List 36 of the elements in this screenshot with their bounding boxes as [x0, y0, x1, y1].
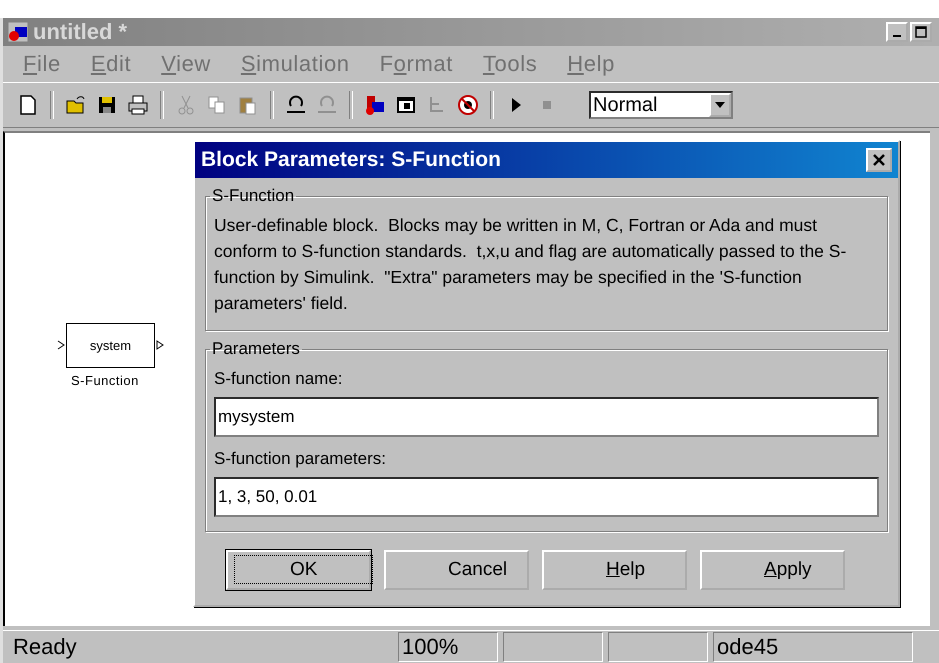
status-panel: ode45 — [713, 632, 913, 662]
save-icon[interactable] — [96, 94, 118, 116]
close-icon — [873, 154, 885, 166]
library-icon[interactable] — [364, 94, 386, 116]
app-icon — [7, 21, 29, 43]
output-port-icon — [156, 340, 164, 350]
dialog-button[interactable]: Help — [542, 550, 687, 590]
print-icon[interactable] — [127, 94, 149, 116]
subsystem-block[interactable]: system — [66, 323, 155, 368]
bug-icon[interactable] — [457, 94, 479, 116]
open-folder-icon[interactable] — [65, 94, 87, 116]
dialog-button[interactable]: Cancel — [384, 550, 529, 590]
group-legend: S-Function — [210, 186, 296, 206]
close-button[interactable] — [866, 148, 892, 172]
minimize-icon — [893, 35, 901, 37]
maximize-button[interactable] — [910, 22, 932, 42]
status-message: Ready — [12, 634, 78, 660]
undo-icon[interactable] — [285, 94, 307, 116]
field-label: S-function name: — [214, 369, 344, 389]
status-panel: 100% — [398, 632, 498, 662]
mode-select[interactable]: Normal — [589, 91, 733, 119]
field-label: S-function parameters: — [214, 449, 387, 469]
input-field[interactable]: 1, 3, 50, 0.01 — [214, 477, 879, 517]
input-port-icon — [57, 340, 65, 350]
maximize-icon — [915, 26, 927, 38]
description-text: User-definable block. Blocks may be written in M, C, Fortran or Ada and must conform to S-function standards. t,x,u and flag are automatically passed to the S-function by Simulink. "Extra" parameters may be specified in the 'S-function parameters' field. — [214, 214, 848, 315]
input-field[interactable]: mysystem — [214, 397, 879, 437]
window-title: untitled * — [33, 19, 128, 45]
dialog-title: Block Parameters: S-Function — [201, 148, 502, 172]
block-label: S-Function — [71, 373, 139, 388]
group-legend: Parameters — [210, 339, 302, 359]
dialog-button[interactable]: Apply — [700, 550, 845, 590]
dialog-button[interactable]: OK — [226, 550, 371, 590]
dropdown-arrow-icon — [715, 102, 725, 108]
minimize-button[interactable] — [886, 22, 908, 42]
window-icon[interactable] — [395, 94, 417, 116]
